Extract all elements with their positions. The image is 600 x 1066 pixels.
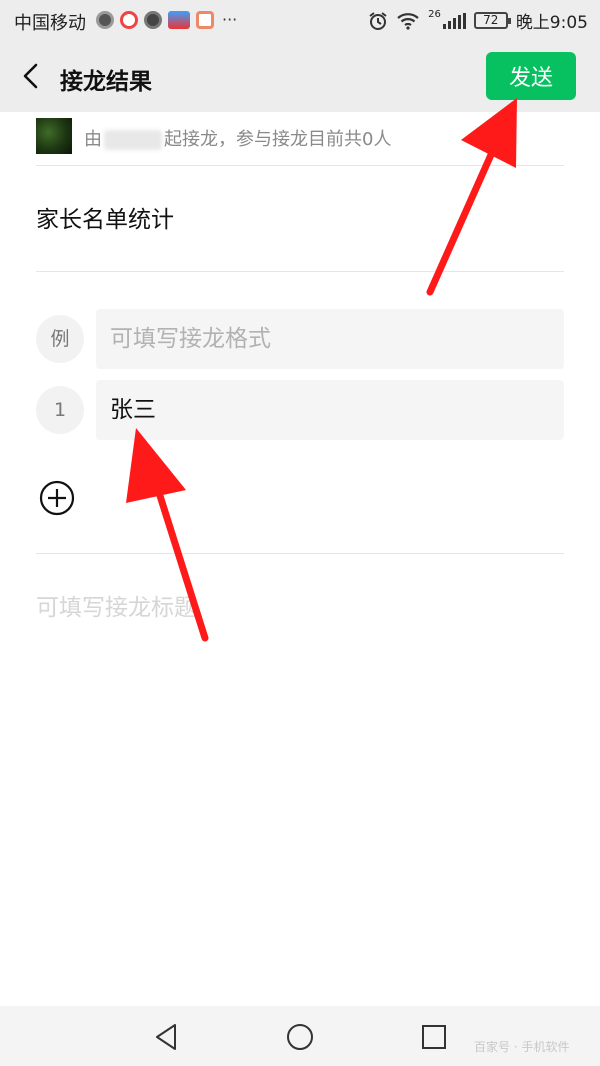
example-format-input[interactable]: 可填写接龙格式 (96, 309, 564, 369)
add-entry-icon[interactable] (39, 480, 75, 516)
page-title: 接龙结果 (60, 69, 152, 95)
entry-number-badge: 1 (36, 386, 84, 434)
example-entry-row: 例 可填写接龙格式 (36, 309, 564, 369)
title-input[interactable]: 可填写接龙标题 (36, 588, 197, 622)
divider (36, 165, 564, 166)
solitaire-title[interactable]: 家长名单统计 (36, 200, 174, 234)
divider (36, 271, 564, 272)
watermark: 百家号 · 手机软件 (474, 1040, 570, 1054)
app-notification-icon (144, 10, 162, 29)
video-app-icon (196, 10, 214, 29)
notification-icons: ··· (96, 10, 237, 29)
battery-icon: 72 (473, 12, 511, 29)
blurred-creator-name (104, 130, 162, 150)
example-badge: 例 (36, 315, 84, 363)
entry-input[interactable]: 张三 (96, 380, 564, 440)
nav-recents-icon[interactable] (419, 1022, 449, 1052)
clock: 晚上9:05 (515, 13, 588, 33)
app-notification-icon (96, 10, 114, 29)
wifi-icon (397, 12, 419, 30)
creator-info-text: 由 起接龙，参与接龙目前共0人 (84, 125, 391, 151)
system-nav-bar (0, 1006, 600, 1066)
back-arrow-icon[interactable] (18, 62, 44, 90)
battery-level: 72 (483, 13, 499, 27)
signal-icon (442, 12, 466, 29)
creator-prefix: 由 (84, 129, 102, 150)
send-button[interactable]: 发送 (486, 52, 576, 100)
carrier-label: 中国移动 (14, 13, 86, 34)
creator-info-row: 由 起接龙，参与接龙目前共0人 (36, 116, 564, 164)
nav-home-icon[interactable] (285, 1022, 315, 1052)
title-bar: 接龙结果 发送 (0, 40, 600, 112)
video-app-icon (120, 10, 138, 29)
divider (36, 553, 564, 554)
nav-back-icon[interactable] (151, 1022, 181, 1052)
alarm-icon (369, 11, 387, 30)
creator-suffix: 起接龙，参与接龙目前共0人 (164, 129, 392, 150)
app-notification-icon (168, 10, 190, 29)
network-type-badge: 26 (428, 9, 441, 20)
avatar[interactable] (36, 118, 72, 154)
more-notifications-icon: ··· (222, 10, 238, 29)
entry-row: 1 张三 (36, 380, 564, 440)
status-bar: 中国移动 ··· 26 72 晚上9:05 (0, 0, 600, 40)
